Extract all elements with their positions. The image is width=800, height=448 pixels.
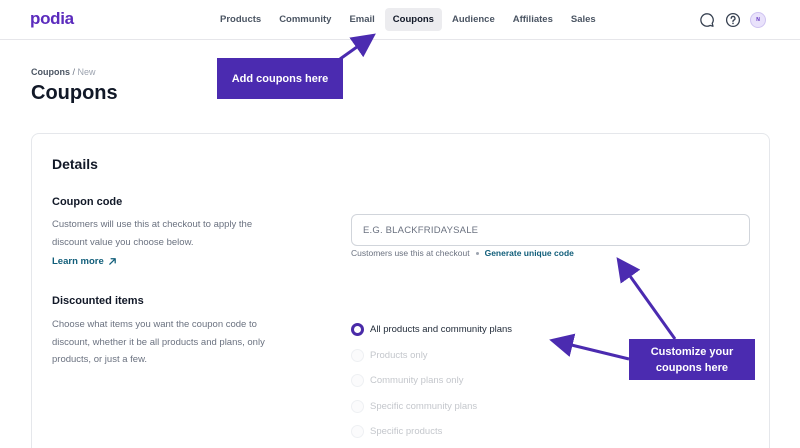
radio-label: Community plans only (370, 375, 464, 387)
discounted-items-title: Discounted items (52, 295, 144, 307)
radio-label: Products only (370, 349, 428, 361)
annotation-customize-coupons: Customize your coupons here (629, 339, 755, 380)
breadcrumb-separator: / (72, 67, 76, 77)
radio-option-community-plans-only[interactable]: Community plans only (351, 368, 512, 394)
breadcrumb-coupons[interactable]: Coupons (31, 67, 70, 77)
details-card: Details Coupon code Customers will use t… (31, 133, 770, 448)
annotation-customize-line2: coupons here (655, 361, 729, 374)
generate-unique-code-link[interactable]: Generate unique code (485, 248, 574, 258)
radio-option-specific-products[interactable]: Specific products (351, 419, 512, 445)
arrow-up-right-icon (108, 258, 116, 265)
nav-item-community[interactable]: Community (271, 8, 339, 31)
radio-option-specific-community-plans[interactable]: Specific community plans (351, 394, 512, 420)
coupon-code-input[interactable] (351, 214, 750, 246)
radio-button-checked[interactable] (351, 323, 364, 337)
discounted-items-description: Choose what items you want the coupon co… (52, 319, 265, 365)
nav-item-products[interactable]: Products (212, 8, 269, 31)
radio-button[interactable] (351, 425, 364, 439)
nav-item-coupons[interactable]: Coupons (384, 8, 442, 31)
learn-more-link[interactable]: Learn more (52, 256, 117, 267)
radio-option-products-only[interactable]: Products only (351, 343, 512, 369)
radio-button[interactable] (351, 374, 364, 388)
radio-button[interactable] (351, 348, 364, 362)
learn-more-label: Learn more (52, 256, 104, 267)
chat-bubble-icon[interactable] (698, 11, 715, 28)
coupon-helper-text: Customers use this at checkout (351, 248, 470, 258)
page-title: Coupons (31, 82, 118, 104)
top-nav-bar: podia Products Community Email Coupons A… (0, 0, 800, 40)
podia-logo[interactable]: podia (30, 9, 74, 29)
nav-item-affiliates[interactable]: Affiliates (505, 8, 561, 31)
radio-label: Specific community plans (370, 400, 478, 412)
radio-option-all-products[interactable]: All products and community plans (351, 317, 512, 343)
discounted-items-options: All products and community plans Product… (351, 317, 512, 445)
help-icon[interactable] (724, 11, 741, 28)
avatar[interactable]: N (750, 11, 766, 28)
annotation-add-coupons: Add coupons here (217, 58, 343, 99)
coupon-code-title: Coupon code (52, 196, 123, 208)
coupon-code-helper: Customers use this at checkout Generate … (351, 248, 574, 258)
radio-label: Specific products (370, 426, 443, 438)
radio-label: All products and community plans (370, 324, 513, 336)
nav-item-sales[interactable]: Sales (563, 8, 604, 31)
nav-item-audience[interactable]: Audience (444, 8, 503, 31)
radio-button[interactable] (351, 399, 364, 413)
nav-item-email[interactable]: Email (341, 8, 382, 31)
coupon-code-description: Customers will use this at checkout to a… (52, 219, 253, 248)
breadcrumb: Coupons / New (31, 67, 96, 77)
details-title: Details (52, 156, 98, 172)
main-nav: Products Community Email Coupons Audienc… (212, 8, 604, 31)
top-right-actions: N (698, 11, 766, 28)
annotation-customize-line1: Customize your (650, 345, 734, 358)
separator-dot (475, 251, 479, 255)
breadcrumb-current: New (77, 67, 96, 77)
arrow-to-coupons-tab (339, 33, 376, 61)
